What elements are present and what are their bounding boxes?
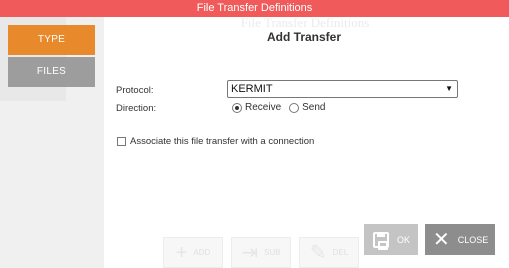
ok-button-label: OK (397, 234, 411, 245)
chevron-down-icon: ▼ (445, 84, 453, 93)
associate-connection-checkbox[interactable] (117, 137, 126, 146)
background-del-button: ✎ DEL (299, 237, 359, 268)
direction-send-radio[interactable] (289, 102, 300, 113)
background-sub-button: ⇥ SUB (231, 237, 291, 268)
box-arrow-icon: ⇥ (241, 241, 259, 264)
direction-send-label[interactable]: Send (302, 102, 325, 113)
save-icon (373, 231, 389, 250)
close-button-label: CLOSE (457, 234, 489, 245)
background-add-button: + ADD (163, 237, 223, 268)
close-button[interactable]: ✕ CLOSE (425, 224, 495, 255)
pencil-icon: ✎ (309, 241, 327, 264)
window-title: File Transfer Definitions (196, 2, 313, 14)
direction-radio-group: Receive Send (232, 102, 334, 113)
associate-connection-row: Associate this file transfer with a conn… (117, 136, 314, 147)
protocol-label: Protocol: (116, 85, 154, 96)
close-icon: ✕ (433, 228, 450, 251)
dialog-title: Add Transfer (266, 30, 341, 44)
plus-icon: + (175, 241, 188, 264)
protocol-select[interactable]: KERMIT ▼ (227, 80, 458, 98)
ok-button[interactable]: OK (364, 224, 418, 255)
direction-label: Direction: (116, 103, 157, 114)
tab-type[interactable]: TYPE (8, 25, 95, 55)
background-page-title: File Transfer Definitions (240, 15, 370, 30)
associate-connection-label[interactable]: Associate this file transfer with a conn… (130, 136, 314, 147)
protocol-select-value: KERMIT (231, 83, 273, 95)
direction-receive-radio[interactable] (232, 102, 242, 113)
direction-receive-label[interactable]: Receive (245, 102, 281, 113)
tab-files[interactable]: FILES (8, 57, 95, 87)
